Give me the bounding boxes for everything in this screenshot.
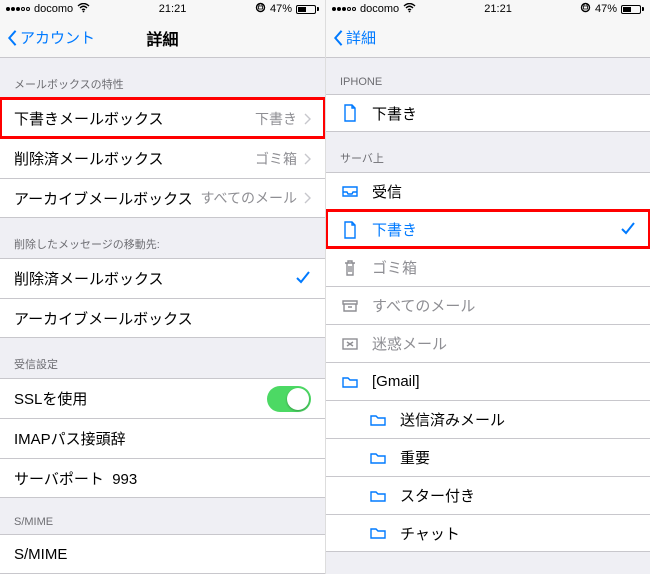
ssl-row: SSLを使用 <box>0 378 325 418</box>
move-archive-row[interactable]: アーカイブメールボックス <box>0 298 325 338</box>
folder-label: 下書き <box>372 103 636 124</box>
deleted-mailbox-row[interactable]: 削除済メールボックス ゴミ箱 <box>0 138 325 178</box>
clock-label: 21:21 <box>484 3 512 15</box>
row-label: SSLを使用 <box>14 388 267 409</box>
folder-label: 下書き <box>372 219 620 240</box>
imap-prefix-row[interactable]: IMAPパス接頭辞 <box>0 418 325 458</box>
file-icon <box>340 104 360 122</box>
page-title: 詳細 <box>146 26 178 50</box>
wifi-icon <box>77 3 90 16</box>
folder-label: チャット <box>400 523 636 544</box>
important-row[interactable]: 重要 <box>326 438 650 476</box>
receive-settings-header: 受信設定 <box>0 338 325 378</box>
carrier-label: docomo <box>360 3 399 15</box>
battery-icon <box>296 5 319 14</box>
signal-icon <box>6 7 30 11</box>
back-button[interactable]: 詳細 <box>332 27 376 48</box>
folder-label: 迷惑メール <box>372 333 636 354</box>
row-label: サーバポート 993 <box>14 468 311 489</box>
rotation-lock-icon <box>255 2 266 16</box>
iphone-section-header: IPHONE <box>326 58 650 94</box>
file-icon <box>340 221 360 239</box>
folder-label: ゴミ箱 <box>372 257 636 278</box>
allmail-row[interactable]: すべてのメール <box>326 286 650 324</box>
iphone-drafts-row[interactable]: 下書き <box>326 94 650 132</box>
drafts-mailbox-row[interactable]: 下書きメールボックス 下書き <box>0 98 325 138</box>
folder-label: 送信済みメール <box>400 409 636 430</box>
folder-icon <box>368 413 388 427</box>
server-section: 受信 下書き ゴミ箱 すべてのメール 迷惑メール <box>326 172 650 552</box>
folder-label: 重要 <box>400 447 636 468</box>
settings-advanced-pane: docomo 21:21 47% アカウント 詳細 メールボックスの特性 下書き… <box>0 0 325 574</box>
smime-row[interactable]: S/MIME <box>0 534 325 574</box>
iphone-section: 下書き <box>326 94 650 132</box>
checkmark-icon <box>295 270 311 288</box>
back-label: 詳細 <box>346 27 376 48</box>
folder-icon <box>368 489 388 503</box>
smime-header: S/MIME <box>0 498 325 534</box>
server-drafts-row[interactable]: 下書き <box>326 210 650 248</box>
checkmark-icon <box>620 221 636 239</box>
nav-bar: アカウント 詳細 <box>0 18 325 58</box>
row-label: アーカイブメールボックス <box>14 308 311 329</box>
chevron-right-icon <box>303 113 311 125</box>
nav-bar: 詳細 <box>326 18 650 58</box>
back-label: アカウント <box>20 27 95 48</box>
server-section-header: サーバ上 <box>326 132 650 172</box>
row-label: 削除済メールボックス <box>14 148 255 169</box>
mailbox-picker-pane: docomo 21:21 47% 詳細 IPHONE 下書き <box>325 0 650 574</box>
folder-label: すべてのメール <box>372 295 636 316</box>
row-label: S/MIME <box>14 546 311 563</box>
status-bar: docomo 21:21 47% <box>0 0 325 18</box>
ssl-toggle[interactable] <box>267 386 311 412</box>
spam-icon <box>340 337 360 351</box>
row-value: 下書き <box>255 109 297 129</box>
battery-icon <box>621 5 644 14</box>
sent-row[interactable]: 送信済みメール <box>326 400 650 438</box>
gmail-row[interactable]: [Gmail] <box>326 362 650 400</box>
folder-label: スター付き <box>400 485 636 506</box>
back-button[interactable]: アカウント <box>6 27 95 48</box>
server-port-row[interactable]: サーバポート 993 <box>0 458 325 498</box>
row-label: IMAPパス接頭辞 <box>14 428 311 449</box>
inbox-icon <box>340 185 360 199</box>
battery-pct: 47% <box>270 3 292 15</box>
battery-pct: 47% <box>595 3 617 15</box>
inbox-row[interactable]: 受信 <box>326 172 650 210</box>
spam-row[interactable]: 迷惑メール <box>326 324 650 362</box>
mailbox-props-group: 下書きメールボックス 下書き 削除済メールボックス ゴミ箱 アーカイブメールボッ… <box>0 98 325 218</box>
row-label: 削除済メールボックス <box>14 268 295 289</box>
rotation-lock-icon <box>580 2 591 16</box>
mailbox-props-header: メールボックスの特性 <box>0 58 325 98</box>
row-label: 下書きメールボックス <box>14 108 255 129</box>
chevron-right-icon <box>303 153 311 165</box>
wifi-icon <box>403 3 416 16</box>
folder-icon <box>368 451 388 465</box>
carrier-label: docomo <box>34 3 73 15</box>
row-value: すべてのメール <box>201 188 297 208</box>
archive-mailbox-row[interactable]: アーカイブメールボックス すべてのメール <box>0 178 325 218</box>
move-deleted-group: 削除済メールボックス アーカイブメールボックス <box>0 258 325 338</box>
starred-row[interactable]: スター付き <box>326 476 650 514</box>
folder-icon <box>368 526 388 540</box>
folder-icon <box>340 375 360 389</box>
status-bar: docomo 21:21 47% <box>326 0 650 18</box>
trash-icon <box>340 259 360 277</box>
smime-group: S/MIME <box>0 534 325 574</box>
folder-label: 受信 <box>372 181 636 202</box>
move-deleted-row[interactable]: 削除済メールボックス <box>0 258 325 298</box>
trash-row[interactable]: ゴミ箱 <box>326 248 650 286</box>
move-deleted-header: 削除したメッセージの移動先: <box>0 218 325 258</box>
chat-row[interactable]: チャット <box>326 514 650 552</box>
clock-label: 21:21 <box>159 3 187 15</box>
folder-label: [Gmail] <box>372 373 636 390</box>
archive-icon <box>340 299 360 313</box>
row-value: ゴミ箱 <box>255 149 297 169</box>
signal-icon <box>332 7 356 11</box>
receive-settings-group: SSLを使用 IMAPパス接頭辞 サーバポート 993 <box>0 378 325 498</box>
row-label: アーカイブメールボックス <box>14 188 201 209</box>
chevron-right-icon <box>303 192 311 204</box>
